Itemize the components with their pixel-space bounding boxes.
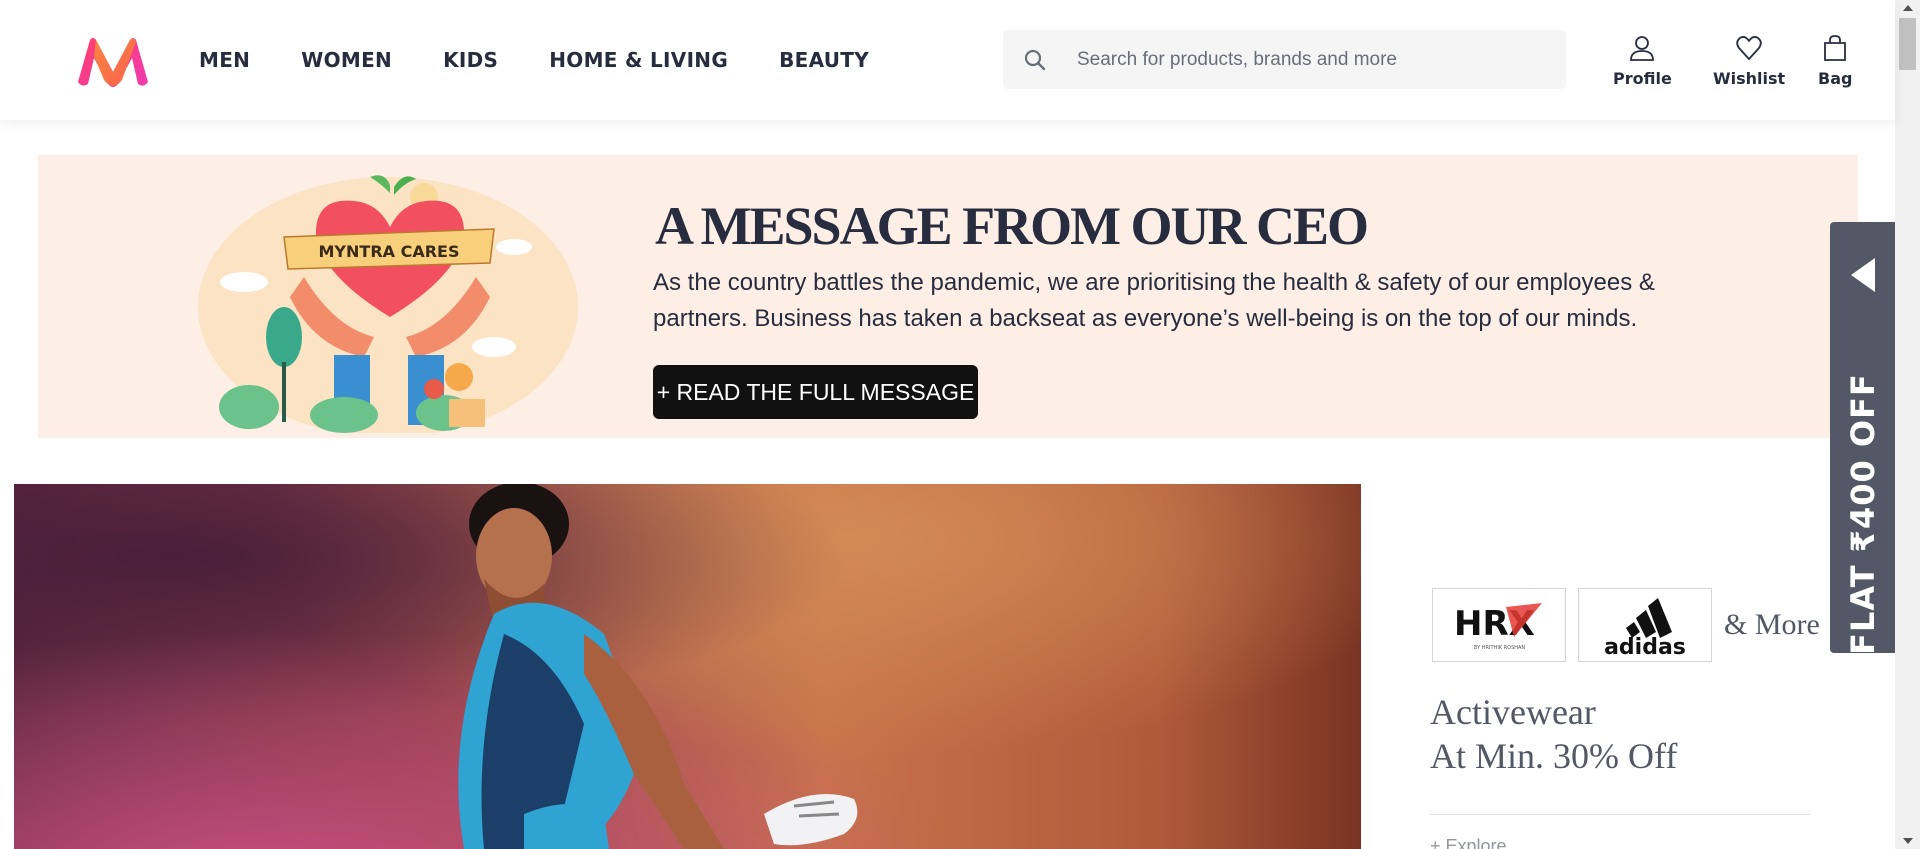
page-scrollbar[interactable]	[1895, 0, 1920, 849]
profile-icon	[1630, 36, 1655, 61]
ceo-message-banner: MYNTRA CARES A MESSAGE FROM OUR CEO As t…	[38, 155, 1858, 438]
search-icon[interactable]	[1023, 48, 1047, 72]
flat-offer-text: FLAT ₹400 OFF	[1844, 373, 1882, 655]
nav-women[interactable]: WOMEN	[301, 48, 392, 72]
nav-men[interactable]: MEN	[199, 48, 250, 72]
promo-divider	[1430, 814, 1810, 815]
nav-home-living[interactable]: HOME & LIVING	[549, 48, 728, 72]
profile-label: Profile	[1613, 69, 1672, 88]
more-brands-text: & More	[1724, 608, 1820, 641]
scroll-down-arrow-icon[interactable]	[1903, 838, 1913, 844]
adidas-logo: adidas	[1604, 598, 1686, 658]
athlete-photo	[458, 484, 858, 849]
myntra-cares-text: MYNTRA CARES	[319, 242, 460, 261]
svg-text:adidas: adidas	[1604, 635, 1686, 658]
activewear-banner-image[interactable]	[14, 484, 1361, 849]
svg-text:BY HRITHIK ROSHAN: BY HRITHIK ROSHAN	[1474, 645, 1525, 651]
wishlist-label: Wishlist	[1713, 69, 1786, 88]
nav-beauty[interactable]: BEAUTY	[779, 48, 869, 72]
search-input[interactable]	[1077, 30, 1566, 89]
myntra-cares-illustration: MYNTRA CARES	[198, 175, 578, 433]
heart-icon	[1736, 36, 1762, 60]
myntra-logo[interactable]	[76, 36, 150, 88]
main-nav: MEN WOMEN KIDS HOME & LIVING BEAUTY	[199, 0, 920, 120]
promo-title: Activewear At Min. 30% Off	[1430, 690, 1810, 778]
arrow-left-icon[interactable]	[1851, 258, 1875, 292]
bag-button[interactable]: Bag	[1818, 34, 1852, 88]
hrx-logo: HRX BY HRITHIK ROSHAN	[1454, 603, 1542, 651]
bag-label: Bag	[1818, 69, 1853, 88]
promo-title-line2: At Min. 30% Off	[1430, 736, 1678, 776]
scrollbar-thumb[interactable]	[1899, 18, 1916, 70]
flat-offer-tab[interactable]: FLAT ₹400 OFF	[1830, 222, 1896, 655]
activewear-promo: HRX BY HRITHIK ROSHAN adidas & More Acti…	[1430, 588, 1820, 849]
scroll-up-arrow-icon[interactable]	[1903, 5, 1913, 11]
ceo-message-body: As the country battles the pandemic, we …	[653, 269, 1655, 332]
ceo-message-title: A MESSAGE FROM OUR CEO	[655, 196, 1369, 256]
nav-kids[interactable]: KIDS	[443, 48, 498, 72]
brand-hrx[interactable]: HRX BY HRITHIK ROSHAN	[1432, 588, 1566, 662]
brand-adidas[interactable]: adidas	[1578, 588, 1712, 662]
promo-title-line1: Activewear	[1430, 692, 1596, 732]
read-full-message-button[interactable]: + READ THE FULL MESSAGE	[653, 365, 978, 419]
explore-link[interactable]: + Explore	[1430, 836, 1507, 849]
wishlist-button[interactable]: Wishlist	[1713, 34, 1785, 88]
bag-icon	[1824, 35, 1847, 61]
site-header: MEN WOMEN KIDS HOME & LIVING BEAUTY Prof…	[0, 0, 1895, 120]
search-bar[interactable]	[1003, 30, 1566, 89]
profile-button[interactable]: Profile	[1613, 34, 1672, 88]
